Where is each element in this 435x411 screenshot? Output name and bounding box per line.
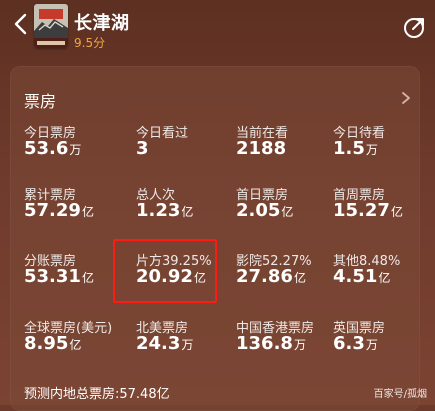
stat-number: 57.29 <box>24 200 81 221</box>
stat-value: 57.29亿 <box>24 201 94 221</box>
stat-number: 8.95 <box>24 333 69 354</box>
stat-unit: 亿 <box>281 205 294 219</box>
movie-rating: 9.5分 <box>74 36 106 50</box>
stat-number: 15.27 <box>333 200 390 221</box>
stat-value: 4.51亿 <box>333 267 390 287</box>
box-office-card: 票房 今日票房 53.6万 今日看过 3 当前在看 2188 今日待看 1.5万… <box>10 66 420 411</box>
chevron-right-icon[interactable] <box>401 91 411 105</box>
stat-unit: 亿 <box>69 338 82 352</box>
stat-value: 2188 <box>236 139 287 159</box>
stat-unit: 亿 <box>181 205 194 219</box>
stat-value: 3 <box>136 139 150 159</box>
stat-number: 53.31 <box>24 266 81 287</box>
stat-unit: 万 <box>181 338 194 352</box>
stat-value: 136.8万 <box>236 334 306 354</box>
stat-number: 1.5 <box>333 138 365 159</box>
stat-value: 27.86亿 <box>236 267 306 287</box>
stat-value: 1.23亿 <box>136 201 193 221</box>
back-chevron-icon[interactable] <box>10 12 34 36</box>
stat-number: 2188 <box>236 138 287 159</box>
stat-unit: 亿 <box>390 205 403 219</box>
stat-number: 1.23 <box>136 200 181 221</box>
movie-header: 长津湖 9.5分 <box>0 0 435 58</box>
stat-value: 24.3万 <box>136 334 193 354</box>
source-watermark: 百家号/孤烟 <box>373 389 427 400</box>
stat-unit: 万 <box>293 338 306 352</box>
stat-value: 53.31亿 <box>24 267 94 287</box>
stat-unit: 万 <box>69 143 82 157</box>
stat-value: 2.05亿 <box>236 201 293 221</box>
stat-number: 24.3 <box>136 333 181 354</box>
stat-number: 3 <box>136 138 149 159</box>
stat-number: 4.51 <box>333 266 378 287</box>
stat-value: 1.5万 <box>333 139 378 159</box>
stat-unit: 万 <box>365 143 378 157</box>
share-icon[interactable] <box>403 15 427 39</box>
movie-poster[interactable] <box>34 4 68 48</box>
stat-unit: 亿 <box>81 205 94 219</box>
stat-number: 27.86 <box>236 266 293 287</box>
producer-share-highlight <box>113 239 217 303</box>
stat-unit: 万 <box>365 338 378 352</box>
stat-value: 15.27亿 <box>333 201 403 221</box>
forecast-total-box-office: 预测内地总票房:57.48亿 <box>24 387 170 402</box>
stat-number: 53.6 <box>24 138 69 159</box>
stat-unit: 亿 <box>293 271 306 285</box>
section-title: 票房 <box>24 92 57 111</box>
stat-value: 8.95亿 <box>24 334 81 354</box>
stat-value: 6.3万 <box>333 334 378 354</box>
stat-unit: 亿 <box>81 271 94 285</box>
movie-title: 长津湖 <box>74 13 130 34</box>
stat-number: 2.05 <box>236 200 281 221</box>
stat-number: 136.8 <box>236 333 293 354</box>
stat-unit: 亿 <box>378 271 391 285</box>
stat-value: 53.6万 <box>24 139 81 159</box>
stat-number: 6.3 <box>333 333 365 354</box>
